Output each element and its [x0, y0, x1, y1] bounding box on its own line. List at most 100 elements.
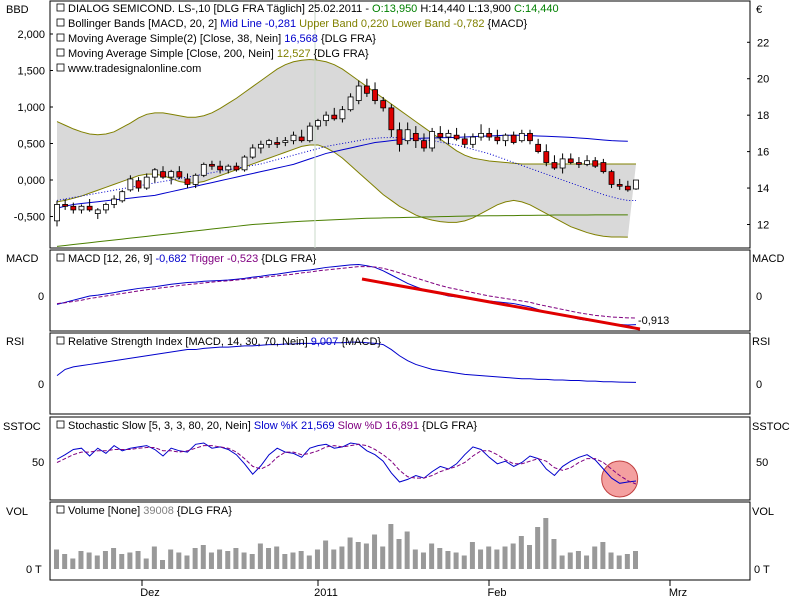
sstoc-legend: Stochastic Slow [5, 3, 3, 80, 20, Nein] …: [56, 420, 477, 432]
volume-legend-value: {DLG FRA}: [174, 505, 232, 517]
volume-bar: [518, 536, 524, 569]
volume-bar: [143, 558, 149, 569]
candle-body: [510, 134, 517, 143]
rsi-left-label: RSI: [6, 336, 24, 348]
candle-body: [502, 134, 509, 142]
candle-body: [70, 205, 77, 211]
volume-bar: [429, 543, 435, 569]
candle-body: [274, 142, 281, 145]
left-tick-label: 1,500: [17, 66, 45, 78]
left-tick-label: 0,000: [17, 175, 45, 187]
volume-legend-text: Volume [None] 39008 {DLG FRA}: [68, 505, 232, 517]
price-legend-text: Bollinger Bands [MACD, 20, 2] Mid Line -…: [68, 18, 528, 30]
candle-body: [437, 132, 444, 138]
price-legend-value: H:14,440 L:13,900: [417, 3, 514, 15]
candle-body: [404, 129, 411, 142]
volume-bar: [445, 551, 451, 569]
macd-panel: MACD MACD 0 0 -0,913 MACD [12, 26, 9] -0…: [6, 249, 784, 332]
candle-body: [396, 129, 403, 145]
volume-bar: [306, 555, 312, 569]
rsi-legend: Relative Strength Index [MACD, 14, 30, 7…: [56, 336, 381, 348]
candle-body: [209, 163, 215, 167]
candle-body: [363, 85, 370, 94]
volume-bar: [584, 555, 590, 569]
candle-body: [421, 140, 427, 149]
volume-bar: [624, 554, 630, 569]
highlight-circle: [601, 460, 639, 498]
volume-bar: [600, 542, 606, 569]
rsi-legend-value: {MACD}: [338, 336, 381, 348]
checkbox-icon: [56, 253, 65, 262]
volume-bar: [225, 551, 231, 569]
volume-bar: [469, 542, 475, 569]
candle-body: [388, 107, 395, 131]
volume-bar: [266, 548, 272, 569]
vol-left-zero: 0 T: [26, 564, 42, 576]
candle-body: [323, 114, 330, 122]
candle-body: [257, 143, 264, 149]
volume-bar: [551, 539, 557, 569]
vol-right-zero: 0 T: [754, 564, 770, 576]
price-legend-value: C:14,440: [514, 3, 559, 15]
candle-body: [62, 204, 69, 207]
volume-bar: [314, 549, 320, 569]
price-legend-value: {DLG FRA}: [318, 33, 376, 45]
rsi-legend-value: 9,007: [311, 336, 339, 348]
volume-bar: [412, 549, 418, 569]
candle-body: [339, 109, 346, 120]
price-legend-value: Mid Line -0,281: [220, 18, 296, 30]
candle-body: [527, 132, 533, 142]
volume-bar: [592, 546, 598, 569]
candle-body: [200, 163, 207, 176]
candle-body: [624, 185, 631, 191]
candle-body: [135, 180, 142, 189]
candle-body: [355, 85, 362, 101]
volume-bar: [86, 552, 92, 569]
sstoc-left-50: 50: [32, 457, 44, 469]
candle-body: [290, 134, 297, 142]
volume-bar: [608, 552, 614, 569]
volume-bar: [510, 543, 516, 569]
price-legend-text: DIALOG SEMICOND. LS-,10 [DLG FRA Täglich…: [68, 3, 559, 15]
volume-bar: [102, 551, 108, 569]
volume-bar: [323, 540, 329, 569]
candle-body: [567, 158, 574, 163]
volume-bar: [420, 552, 426, 569]
x-tick-label: Mrz: [669, 587, 687, 599]
volume-bar: [176, 552, 182, 569]
candle-body: [551, 162, 558, 169]
candle-body: [470, 136, 476, 145]
volume-bar: [119, 554, 125, 569]
vol-right-label: VOL: [752, 506, 774, 518]
volume-bar: [184, 555, 190, 569]
candle-body: [372, 89, 378, 101]
macd-legend-value: Trigger: [187, 253, 227, 265]
macd-legend-value: -0,682: [155, 253, 186, 265]
volume-bar: [94, 555, 100, 569]
macd-annotation: -0,913: [638, 315, 669, 327]
candle-body: [143, 176, 150, 189]
price-legend-value: 16,568: [284, 33, 318, 45]
candle-body: [111, 198, 117, 205]
volume-bar: [257, 543, 263, 569]
rsi-left-zero: 0: [38, 379, 44, 391]
right-tick-label: 12: [757, 219, 769, 231]
volume-bar: [526, 545, 532, 569]
sstoc-legend-value: Slow %K 21,569: [254, 420, 335, 432]
x-axis: Dez 2011 Feb Mrz: [140, 580, 687, 599]
volume-bar: [404, 531, 410, 569]
candle-body: [266, 140, 272, 145]
price-legend-value: Upper Band 0,220 Lower Band -0,782: [296, 18, 484, 30]
volume-bar: [282, 554, 288, 569]
checkbox-icon: [56, 336, 65, 345]
candle-body: [168, 171, 175, 178]
volume-bar: [241, 552, 247, 569]
volume-bar: [135, 551, 141, 569]
candle-body: [127, 178, 134, 191]
volume-bar: [486, 546, 492, 569]
candle-body: [518, 132, 525, 142]
candle-body: [445, 132, 452, 138]
volume-bar: [543, 518, 549, 569]
candle-body: [633, 179, 639, 190]
candle-body: [331, 114, 338, 120]
